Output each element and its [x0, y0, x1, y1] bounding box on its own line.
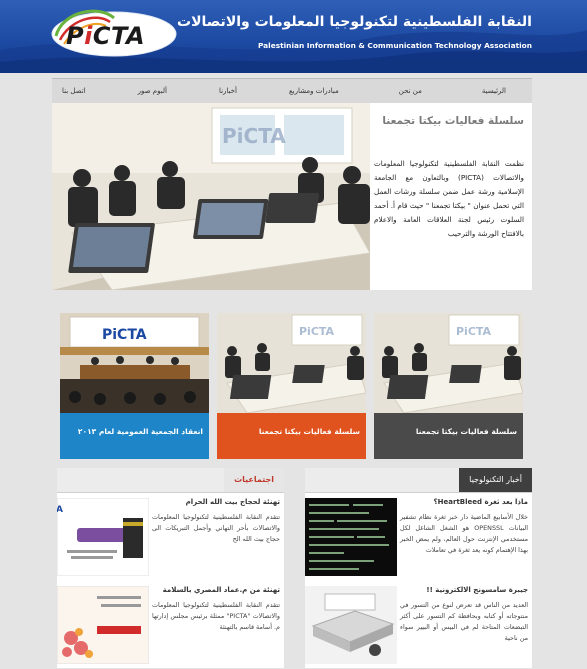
nav-item-gallery[interactable]: ألبوم صور	[126, 87, 207, 95]
news-card-caption: انعقاد الجمعية العمومية لعام ٢٠١٣	[60, 413, 209, 459]
nav-item-contact[interactable]: اتصل بنا	[50, 87, 126, 95]
news-card-caption: سلسلة فعاليات بيكتا تجمعنا	[217, 413, 366, 459]
list-item-thumbnail	[305, 498, 397, 576]
news-card-photo: PiCTA	[217, 313, 366, 413]
news-card[interactable]: PiCTA سلسلة فعاليات بيكتا تجمعنا	[217, 313, 366, 459]
nav-item-home[interactable]: الرئيسية	[470, 87, 532, 95]
svg-text:PiCTA: PiCTA	[299, 325, 335, 338]
featured-news-title[interactable]: سلسلة فعاليات بيكتا تجمعنا	[374, 115, 524, 127]
tech-news-title[interactable]: أخبار التكنولوجيا	[459, 468, 532, 492]
site-title-arabic: النقابة الفلسطينية لتكنولوجيا المعلومات …	[177, 14, 532, 30]
svg-text:PiCTA: PiCTA	[222, 124, 286, 148]
list-item[interactable]: جيبرة سامسونج الالكترونية !! العديد من ا…	[305, 584, 532, 666]
list-item-description: تتقدم النقابة الفلسطينية لتكنولوجيا المع…	[152, 601, 281, 631]
list-item-thumbnail	[57, 586, 149, 664]
list-item-description: تتقدم النقابة الفلسطينية لتكنولوجيا المع…	[152, 513, 280, 543]
news-card[interactable]: PiCTA انعقاد الجمعية العمومية لعام ٢٠١٣	[60, 313, 209, 459]
list-item-title[interactable]: ماذا بعد ثغرة HeartBleed؟	[434, 498, 528, 506]
list-item-title[interactable]: تهنئة من م.عماد المصري بالسلامة	[163, 586, 280, 594]
logo-wordmark: PiCTA	[66, 22, 146, 50]
site-title-english: Palestinian Information & Communication …	[257, 41, 532, 50]
featured-news-summary: نظمت النقابة الفلسطينية لتكنولوجيا المعل…	[374, 159, 524, 238]
svg-text:PiCTA: PiCTA	[57, 505, 63, 515]
featured-news-photo[interactable]: PiCTA	[52, 103, 370, 290]
news-card[interactable]: PiCTA سلسلة فعاليات بيكتا تجمعنا	[374, 313, 523, 459]
social-panel: اجتماعيات PiCTA تهنئة لحجاج بيت الله الح…	[57, 468, 284, 668]
news-card-caption: سلسلة فعاليات بيكتا تجمعنا	[374, 413, 523, 459]
list-item-title[interactable]: جيبرة سامسونج الالكترونية !!	[426, 586, 528, 594]
svg-text:PiCTA: PiCTA	[102, 327, 147, 343]
news-card-photo: PiCTA	[60, 313, 209, 413]
featured-news-text: سلسلة فعاليات بيكتا تجمعنا نظمت النقابة …	[374, 103, 528, 290]
list-item-thumbnail: PiCTA	[57, 498, 149, 576]
list-item-description: خلال الأسابيع الماضية دار خبر ثغرة نظام …	[400, 513, 528, 554]
main-navigation: الرئيسية من نحن مبادرات ومشاريع أخبارنا …	[52, 78, 532, 105]
tech-news-panel: أخبار التكنولوجيا ماذا بعد ثغرة HeartBle…	[305, 468, 532, 668]
social-header: اجتماعيات	[57, 468, 284, 493]
list-item-description: العديد من الناس قد تعرض لنوع من التسور ف…	[400, 601, 528, 642]
featured-news: PiCTA سلسلة فعاليات بيكتا تجمعنا نظمت ال…	[52, 103, 532, 290]
news-card-photo: PiCTA	[374, 313, 523, 413]
nav-item-news[interactable]: أخبارنا	[207, 87, 277, 95]
nav-item-about[interactable]: من نحن	[387, 87, 470, 95]
news-cards: PiCTA سلسلة فعاليات بيكتا تجمعنا PiCTA س…	[52, 313, 532, 459]
list-item-thumbnail	[305, 586, 397, 664]
site-header: PiCTA النقابة الفلسطينية لتكنولوجيا المع…	[0, 0, 587, 73]
list-item[interactable]: PiCTA تهنئة لحجاج بيت الله الحرام تتقدم …	[57, 496, 284, 578]
list-item[interactable]: ماذا بعد ثغرة HeartBleed؟ خلال الأسابيع …	[305, 496, 532, 578]
list-item[interactable]: تهنئة من م.عماد المصري بالسلامة تتقدم ال…	[57, 584, 284, 666]
tech-news-header: أخبار التكنولوجيا	[305, 468, 532, 493]
list-item-title[interactable]: تهنئة لحجاج بيت الله الحرام	[186, 498, 280, 506]
nav-item-initiatives[interactable]: مبادرات ومشاريع	[277, 87, 387, 95]
social-title[interactable]: اجتماعيات	[224, 468, 284, 492]
svg-text:PiCTA: PiCTA	[456, 325, 492, 338]
